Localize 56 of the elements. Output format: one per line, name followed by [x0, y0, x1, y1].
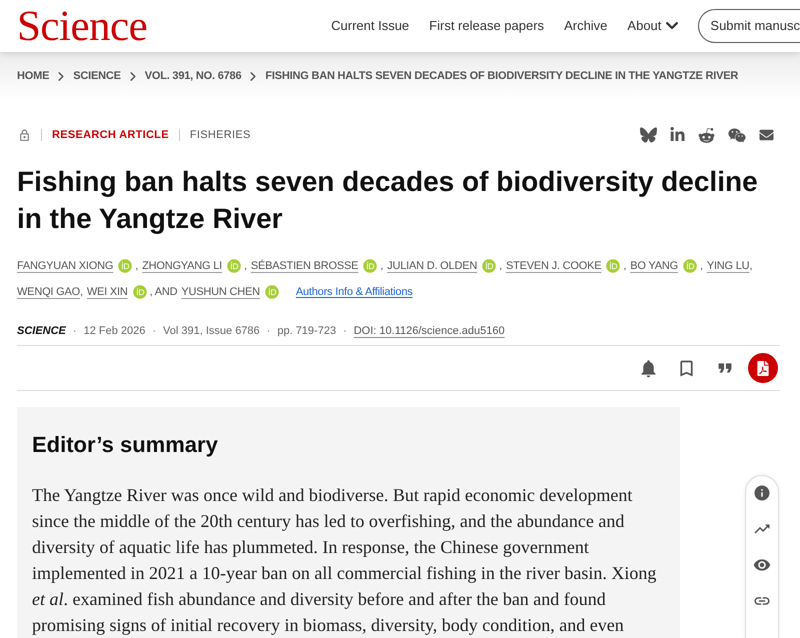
submit-button[interactable]: Submit manusc [698, 9, 800, 43]
chevron-icon [250, 72, 256, 80]
affiliations-link[interactable]: Authors Info & Affiliations [296, 279, 413, 305]
pdf-button[interactable] [748, 353, 778, 383]
author-link[interactable]: WEI XIN [86, 284, 128, 300]
butterfly-icon[interactable] [640, 127, 657, 143]
separator-text: , AND [150, 284, 178, 300]
author-link[interactable]: YUSHUN CHEN [181, 284, 260, 300]
breadcrumb-link[interactable]: VOL. 391, NO. 6786 [144, 68, 242, 84]
chevron-icon [58, 72, 64, 80]
lock-icon [18, 128, 31, 142]
wechat-icon[interactable] [728, 126, 746, 144]
author-link[interactable]: FANGYUAN XIONG [17, 258, 114, 274]
nav-link[interactable]: Archive [564, 16, 608, 36]
author-link[interactable]: ZHONGYANG LI [142, 258, 222, 274]
meta-text: 12 Feb 2026 [84, 324, 146, 339]
summary-text: The Yangtze River was once wild and biodiverse. But rapid economic development since the middle of the 20th century has led to overfishing, and the abundance and diversity of aquatic life has plummeted. In response, the Chinese government implemented in 2021 a 10-year ban on all commercial fishing in the river basin. Xiong et al. examined fish abundance and diversity before and after the ban and found promising signs of initial recovery in biomass, diversity, body condition, and even [32, 484, 658, 637]
nav-link[interactable]: First release papers [429, 16, 544, 36]
author-link[interactable]: BO YANG [630, 258, 678, 274]
science-logo[interactable]: Science [17, 4, 148, 48]
author-link[interactable]: STEVEN J. COOKE [506, 258, 602, 274]
article-type-link[interactable]: RESEARCH ARTICLE [52, 126, 169, 144]
separator-text: , [499, 258, 502, 274]
pdf-file-icon [757, 360, 769, 376]
summary-heading: Editor’s summary [32, 431, 219, 459]
breadcrumb-link[interactable]: HOME [17, 68, 50, 84]
meta-text: pp. 719-723 [277, 324, 336, 339]
separator-text: , [244, 258, 247, 274]
dot-separator: · [152, 324, 156, 339]
breadcrumb-current[interactable]: FISHING BAN HALTS SEVEN DECADES OF BIODIVERSITY DECLINE IN THE YANGTZE RIVER [265, 68, 738, 84]
journal-name: SCIENCE [17, 324, 66, 339]
nav-link[interactable]: Current Issue [331, 16, 410, 36]
author-link[interactable]: SÉBASTIEN BROSSE [250, 258, 358, 274]
article-title: Fishing ban halts seven decades of biodiversity decline in the Yangtze River [17, 165, 759, 236]
chevron-icon [130, 72, 136, 80]
author-link[interactable]: WENQI GAO [17, 284, 80, 300]
separator-text: , [80, 284, 83, 300]
separator-text: , [700, 258, 703, 274]
meta-text: Vol 391, Issue 6786 [163, 324, 260, 339]
reddit-icon[interactable] [698, 126, 715, 144]
separator-text: , [623, 258, 626, 274]
dot-separator: · [343, 324, 347, 339]
subject-link[interactable]: FISHERIES [190, 126, 251, 144]
separator-text: , [135, 258, 138, 274]
doi-link[interactable]: DOI: 10.1126/science.adu5160 [354, 322, 505, 340]
author-link[interactable]: YING LU [706, 258, 750, 274]
dot-separator: · [72, 324, 77, 339]
dot-separator: · [266, 324, 270, 339]
mail-icon[interactable] [759, 128, 774, 142]
author-link[interactable]: JULIAN D. OLDEN [387, 258, 478, 274]
breadcrumb-link[interactable]: SCIENCE [73, 68, 121, 84]
linkedin-icon[interactable] [670, 127, 685, 143]
separator-text: , [380, 258, 384, 274]
nav-link[interactable]: About [627, 16, 678, 36]
info-icon[interactable] [753, 484, 771, 502]
separator-text: , [749, 258, 752, 274]
